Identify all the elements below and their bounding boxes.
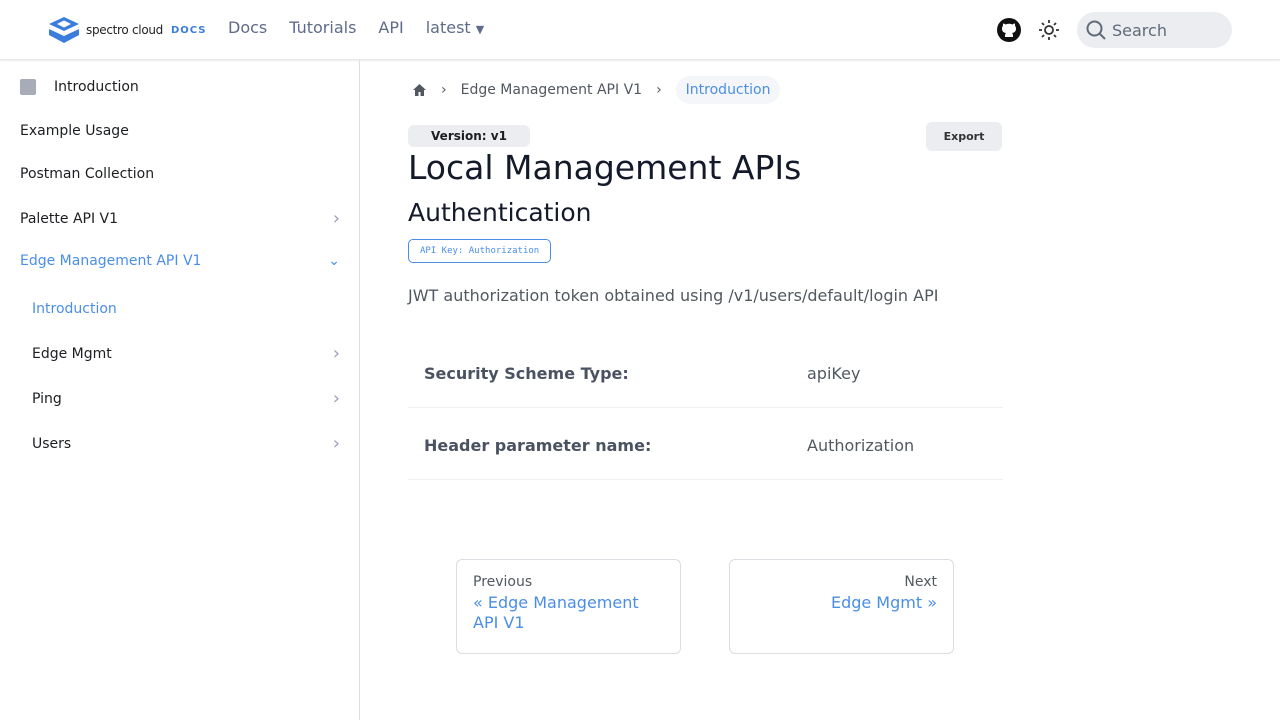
previous-label: Previous bbox=[473, 574, 533, 590]
version-badge: Version: v1 bbox=[408, 125, 530, 147]
caret-down-icon: ▼ bbox=[475, 23, 485, 36]
nav-tutorials[interactable]: Tutorials bbox=[289, 18, 356, 37]
chevron-right-icon[interactable]: › bbox=[333, 388, 340, 409]
auth-description: JWT authorization token obtained using /… bbox=[408, 286, 939, 305]
sidebar-item-ping[interactable]: Ping › bbox=[32, 388, 340, 409]
github-icon[interactable] bbox=[997, 18, 1021, 42]
next-label: Next bbox=[904, 574, 937, 590]
next-page-link[interactable]: Next Edge Mgmt » bbox=[729, 559, 954, 654]
search-icon bbox=[1086, 20, 1106, 40]
home-icon[interactable] bbox=[412, 83, 427, 97]
table-row: Header parameter name: Authorization bbox=[408, 408, 1003, 480]
sidebar-item-example-usage[interactable]: Example Usage bbox=[20, 123, 340, 139]
version-dropdown[interactable]: latest ▼ bbox=[426, 18, 485, 37]
sidebar: Introduction Example Usage Postman Colle… bbox=[0, 60, 360, 720]
sidebar-item-edge-introduction[interactable]: Introduction bbox=[32, 301, 340, 317]
previous-page-link[interactable]: Previous « Edge Management API V1 bbox=[456, 559, 681, 654]
breadcrumb-current: Introduction bbox=[675, 76, 781, 104]
navbar: spectro cloud DOCS Docs Tutorials API la… bbox=[0, 0, 1280, 60]
sidebar-item-label: Ping bbox=[32, 390, 62, 407]
search-input[interactable]: Search bbox=[1077, 12, 1232, 48]
sidebar-item-introduction[interactable]: Introduction bbox=[20, 79, 340, 95]
page-title: Local Management APIs bbox=[408, 148, 802, 187]
sidebar-item-label: Introduction bbox=[54, 79, 139, 95]
auth-badge: API Key: Authorization bbox=[408, 239, 552, 263]
breadcrumb-edge-management[interactable]: Edge Management API V1 bbox=[461, 82, 642, 98]
sidebar-item-users[interactable]: Users › bbox=[32, 433, 340, 454]
sidebar-item-label: Edge Mgmt bbox=[32, 345, 112, 362]
next-title: Edge Mgmt » bbox=[830, 593, 937, 612]
breadcrumb-separator-icon: › bbox=[656, 82, 662, 98]
nav-docs[interactable]: Docs bbox=[228, 18, 267, 37]
spectro-logo-icon bbox=[49, 17, 79, 43]
docs-label: DOCS bbox=[170, 24, 207, 36]
chevron-down-icon[interactable]: ⌄ bbox=[328, 253, 340, 269]
breadcrumb-separator-icon: › bbox=[441, 82, 447, 98]
table-row: Security Scheme Type: apiKey bbox=[408, 336, 1003, 408]
chevron-right-icon[interactable]: › bbox=[333, 343, 340, 364]
version-label: latest bbox=[425, 18, 471, 37]
chevron-right-icon[interactable]: › bbox=[333, 208, 340, 229]
row-value: Authorization bbox=[807, 436, 915, 455]
brand-name: spectro cloud bbox=[86, 23, 163, 37]
logo[interactable]: spectro cloud DOCS bbox=[48, 16, 207, 44]
sidebar-item-edge-mgmt[interactable]: Edge Mgmt › bbox=[32, 343, 340, 364]
sidebar-item-label: Palette API V1 bbox=[20, 210, 119, 227]
sidebar-item-edge-management-api[interactable]: Edge Management API V1 ⌄ bbox=[20, 253, 340, 269]
sidebar-item-label: Users bbox=[32, 435, 72, 452]
sidebar-item-palette-api[interactable]: Palette API V1 › bbox=[20, 208, 340, 229]
sidebar-item-label: Postman Collection bbox=[20, 166, 155, 182]
sidebar-item-label: Example Usage bbox=[20, 123, 129, 139]
section-heading: Authentication bbox=[408, 198, 592, 227]
previous-title: « Edge Management API V1 bbox=[473, 593, 639, 632]
export-button[interactable]: Export bbox=[926, 122, 1002, 151]
sidebar-item-label: Edge Management API V1 bbox=[20, 253, 202, 269]
row-key: Security Scheme Type: bbox=[424, 364, 629, 383]
nav-api[interactable]: API bbox=[378, 18, 403, 37]
doc-icon bbox=[20, 79, 36, 95]
search-placeholder: Search bbox=[1112, 20, 1167, 40]
row-key: Header parameter name: bbox=[424, 436, 652, 455]
theme-toggle-icon[interactable] bbox=[1038, 19, 1060, 41]
breadcrumb: › Edge Management API V1 › Introduction bbox=[412, 76, 781, 104]
chevron-right-icon[interactable]: › bbox=[333, 433, 340, 454]
sidebar-item-label: Introduction bbox=[32, 301, 117, 317]
row-value: apiKey bbox=[807, 364, 861, 383]
sidebar-item-postman[interactable]: Postman Collection bbox=[20, 166, 340, 182]
